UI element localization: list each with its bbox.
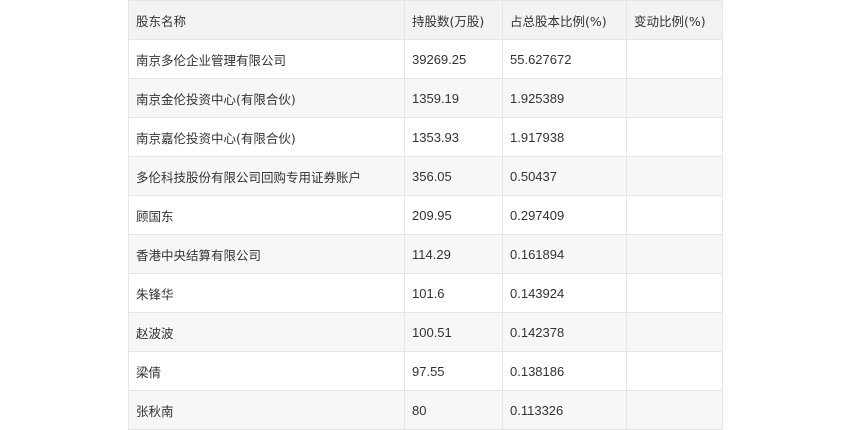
table-row: 南京多伦企业管理有限公司 39269.25 55.627672 (128, 39, 723, 79)
cell-shareholder-name: 顾国东 (128, 195, 405, 235)
cell-shareholder-name: 朱锋华 (128, 273, 405, 313)
cell-ratio: 0.161894 (502, 234, 627, 274)
cell-change (626, 195, 723, 235)
table-row: 香港中央结算有限公司 114.29 0.161894 (128, 234, 723, 274)
cell-ratio: 0.138186 (502, 351, 627, 391)
cell-shareholder-name: 南京嘉伦投资中心(有限合伙) (128, 117, 405, 157)
cell-ratio: 0.142378 (502, 312, 627, 352)
shareholder-table: 股东名称 持股数(万股) 占总股本比例(%) 变动比例(%) 南京多伦企业管理有… (128, 0, 723, 430)
cell-ratio: 0.113326 (502, 390, 627, 430)
cell-change (626, 273, 723, 313)
table-row: 顾国东 209.95 0.297409 (128, 195, 723, 235)
cell-ratio: 1.917938 (502, 117, 627, 157)
header-row: 股东名称 持股数(万股) 占总股本比例(%) 变动比例(%) (128, 0, 723, 40)
cell-shares: 39269.25 (404, 39, 503, 79)
cell-ratio: 1.925389 (502, 78, 627, 118)
cell-shareholder-name: 梁倩 (128, 351, 405, 391)
table-row: 南京金伦投资中心(有限合伙) 1359.19 1.925389 (128, 78, 723, 118)
cell-change (626, 156, 723, 196)
cell-shareholder-name: 香港中央结算有限公司 (128, 234, 405, 274)
cell-shareholder-name: 多伦科技股份有限公司回购专用证券账户 (128, 156, 405, 196)
header-shares: 持股数(万股) (404, 0, 503, 40)
cell-shares: 1353.93 (404, 117, 503, 157)
cell-change (626, 78, 723, 118)
table-body: 南京多伦企业管理有限公司 39269.25 55.627672 南京金伦投资中心… (128, 39, 723, 430)
table-row: 张秋南 80 0.113326 (128, 390, 723, 430)
header-change: 变动比例(%) (626, 0, 723, 40)
cell-shareholder-name: 赵波波 (128, 312, 405, 352)
cell-shares: 80 (404, 390, 503, 430)
cell-ratio: 55.627672 (502, 39, 627, 79)
table-header: 股东名称 持股数(万股) 占总股本比例(%) 变动比例(%) (128, 0, 723, 40)
cell-change (626, 117, 723, 157)
cell-shareholder-name: 南京多伦企业管理有限公司 (128, 39, 405, 79)
cell-shares: 356.05 (404, 156, 503, 196)
cell-change (626, 390, 723, 430)
cell-shares: 101.6 (404, 273, 503, 313)
cell-shareholder-name: 南京金伦投资中心(有限合伙) (128, 78, 405, 118)
shareholder-table-container: 股东名称 持股数(万股) 占总股本比例(%) 变动比例(%) 南京多伦企业管理有… (128, 0, 723, 430)
table-row: 梁倩 97.55 0.138186 (128, 351, 723, 391)
header-ratio: 占总股本比例(%) (502, 0, 627, 40)
cell-change (626, 39, 723, 79)
table-row: 南京嘉伦投资中心(有限合伙) 1353.93 1.917938 (128, 117, 723, 157)
table-row: 朱锋华 101.6 0.143924 (128, 273, 723, 313)
cell-shares: 114.29 (404, 234, 503, 274)
table-row: 赵波波 100.51 0.142378 (128, 312, 723, 352)
cell-shares: 100.51 (404, 312, 503, 352)
cell-ratio: 0.143924 (502, 273, 627, 313)
cell-shareholder-name: 张秋南 (128, 390, 405, 430)
cell-ratio: 0.297409 (502, 195, 627, 235)
cell-change (626, 351, 723, 391)
cell-change (626, 234, 723, 274)
cell-ratio: 0.50437 (502, 156, 627, 196)
header-shareholder-name: 股东名称 (128, 0, 405, 40)
table-row: 多伦科技股份有限公司回购专用证券账户 356.05 0.50437 (128, 156, 723, 196)
cell-change (626, 312, 723, 352)
cell-shares: 209.95 (404, 195, 503, 235)
cell-shares: 1359.19 (404, 78, 503, 118)
cell-shares: 97.55 (404, 351, 503, 391)
